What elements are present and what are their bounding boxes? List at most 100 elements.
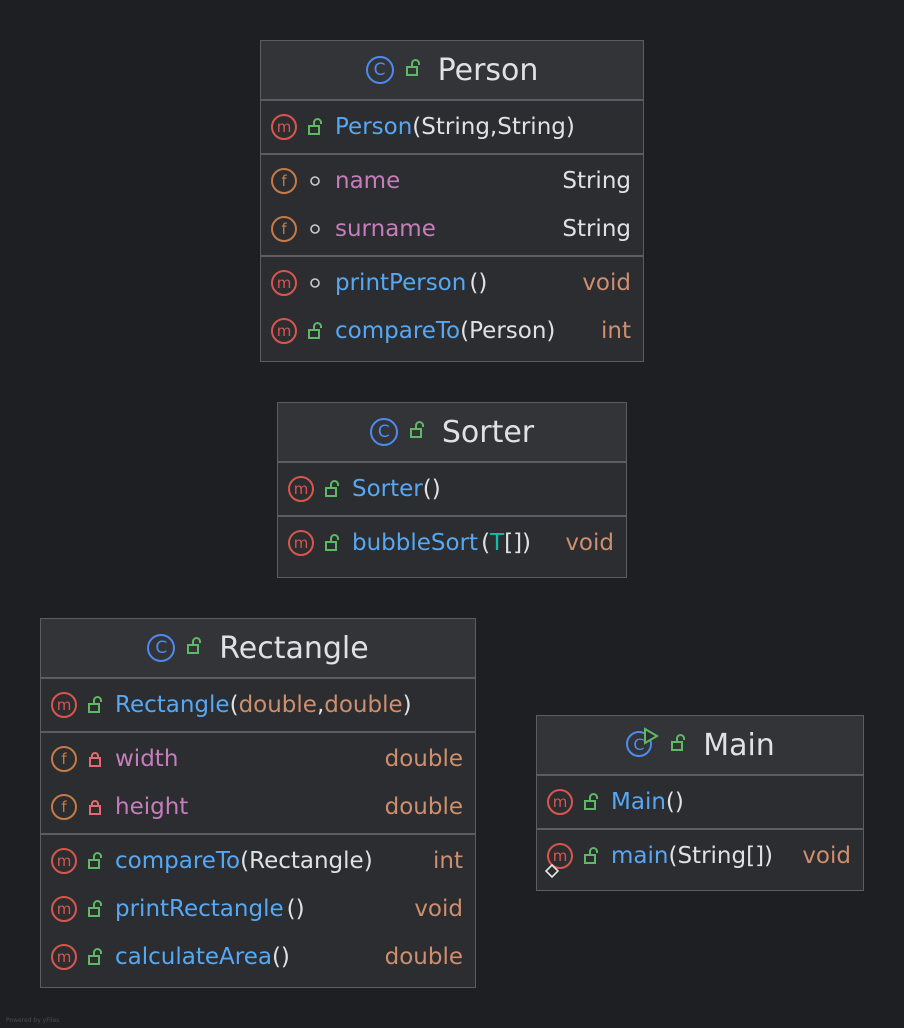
param-type: String [497,114,566,140]
method-name: compareTo [335,318,461,344]
static-diamond-icon [544,858,560,884]
class-name: Main [703,727,775,763]
method-row[interactable]: m printRectangle() void [41,885,475,933]
constructor-row[interactable]: m Sorter() [278,465,626,513]
field-row[interactable]: f width double [41,735,475,783]
method-icon: m [271,114,297,140]
public-visibility-icon [81,900,109,918]
public-visibility-icon [577,793,605,811]
constructor-name: Main [611,789,666,815]
param-type: double [324,692,403,718]
field-name: surname [335,216,436,242]
paren-close: ) [546,318,556,344]
class-name: Person [437,52,539,88]
method-name: printPerson [335,270,467,296]
constructor-row[interactable]: m Person(String, String) [261,103,643,151]
method-row[interactable]: m compareTo(Rectangle) int [41,837,475,885]
constructors-section: m Sorter() [278,463,626,517]
constructor-name: Person [335,114,413,140]
method-row[interactable]: m compareTo(Person) int [261,307,643,355]
paren-open: ( [668,843,678,869]
field-row[interactable]: f surname String [261,205,643,253]
method-name: printRectangle [115,896,284,922]
paren-open: ( [229,692,239,718]
method-params: () [469,270,488,296]
constructor-row[interactable]: m Main() [537,778,863,826]
private-visibility-icon [81,751,109,767]
method-icon: m [288,530,314,556]
method-row[interactable]: m main(String[]) void [537,832,863,880]
field-icon: f [51,794,77,820]
return-type: int [433,848,463,874]
paren-close: ) [402,692,412,718]
method-params: () [665,789,684,815]
paren-open: ( [240,848,250,874]
class-rectangle[interactable]: C Rectangle m Rectangle(double, double) … [40,618,476,988]
field-icon: f [51,746,77,772]
paren-close: ) [565,114,575,140]
method-row[interactable]: m printPerson() void [261,259,643,307]
public-visibility-icon [301,322,329,340]
param-type: Person [469,318,547,344]
method-icon: m [271,318,297,344]
return-type: void [414,896,463,922]
method-row[interactable]: m bubbleSort(T[]) void [278,519,626,567]
constructor-name: Sorter [352,476,423,502]
method-icon: m [51,944,77,970]
package-visibility-icon [301,276,329,290]
class-person[interactable]: C Person m Person(String, String) f name… [260,40,644,362]
field-name: width [115,746,179,772]
public-visibility-icon [81,696,109,714]
method-params: () [422,476,441,502]
constructors-section: m Person(String, String) [261,101,643,155]
paren-close: []) [746,843,774,869]
powered-by-label: Powered by yFiles [6,1017,60,1024]
method-row[interactable]: m calculateArea() double [41,933,475,981]
uml-canvas: { "diagram": { "footer": "Powered by yFi… [0,0,904,1028]
paren-close: ) [363,848,373,874]
class-main[interactable]: C Main m Main() m main(String[]) void [536,715,864,891]
return-type: void [565,530,614,556]
public-visibility-icon [301,118,329,136]
method-icon: m [51,896,77,922]
method-icon: m [288,476,314,502]
class-name: Rectangle [219,630,369,666]
public-visibility-icon [81,852,109,870]
method-name: calculateArea [115,944,272,970]
runnable-class-icon: C [625,727,660,763]
paren-open: ( [481,530,491,556]
return-type: void [802,843,851,869]
package-visibility-icon [301,222,329,236]
public-visibility-icon [318,534,346,552]
param-type: String [677,843,747,869]
class-sorter[interactable]: C Sorter m Sorter() m bubbleSort(T[]) vo… [277,402,627,578]
method-icon: m [271,270,297,296]
field-type: String [562,168,631,194]
method-icon: m [51,692,77,718]
paren-open: ( [460,318,470,344]
param-type: String [421,114,490,140]
field-name: name [335,168,401,194]
field-icon: f [271,168,297,194]
field-name: height [115,794,189,820]
return-type: void [582,270,631,296]
field-type: String [562,216,631,242]
constructor-row[interactable]: m Rectangle(double, double) [41,681,475,729]
param-type: Rectangle [249,848,364,874]
methods-section: m bubbleSort(T[]) void [278,517,626,569]
method-icon: m [51,848,77,874]
class-icon: C [365,56,394,84]
package-visibility-icon [301,174,329,188]
methods-section: m main(String[]) void [537,830,863,882]
field-icon: f [271,216,297,242]
field-row[interactable]: f height double [41,783,475,831]
param-type: double [238,692,317,718]
method-icon: m [547,789,573,815]
constructors-section: m Rectangle(double, double) [41,679,475,733]
field-row[interactable]: f name String [261,157,643,205]
constructors-section: m Main() [537,776,863,830]
param-separator: , [489,114,498,140]
field-type: double [384,746,463,772]
constructor-name: Rectangle [115,692,230,718]
class-header: C Person [261,41,643,101]
